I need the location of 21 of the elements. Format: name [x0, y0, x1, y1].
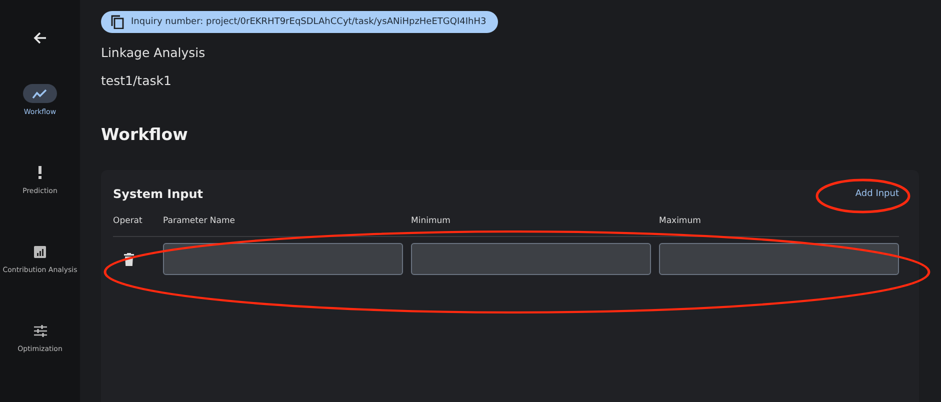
sliders-icon — [34, 324, 46, 336]
column-header: Minimum — [411, 216, 452, 226]
column-header: Maximum — [659, 216, 702, 226]
input-field[interactable] — [163, 243, 403, 275]
column-header: Operat — [113, 216, 144, 226]
column-header: Parameter Name — [163, 216, 236, 226]
page-title: Linkage Analysis — [101, 45, 206, 60]
input-field[interactable] — [411, 243, 651, 275]
bar-chart-icon — [34, 246, 46, 258]
trash-icon — [124, 252, 134, 266]
add-input-button[interactable]: Add Input — [855, 189, 899, 199]
exclamation-icon — [38, 166, 42, 179]
inquiry-number: Inquiry number: project/0rEKRHT9rEqSDLAhCCyt/task/ysANiHpzHeETGQI4IhH3 — [131, 17, 486, 27]
section-title: Workflow — [101, 125, 189, 144]
back-arrow-icon — [33, 31, 47, 45]
copy-icon — [111, 15, 124, 29]
delete-button[interactable] — [121, 251, 137, 267]
task-path: test1/task1 — [101, 73, 172, 88]
trend-line-icon — [32, 88, 48, 98]
input-field[interactable] — [659, 243, 899, 275]
card-title: System Input — [113, 187, 204, 201]
